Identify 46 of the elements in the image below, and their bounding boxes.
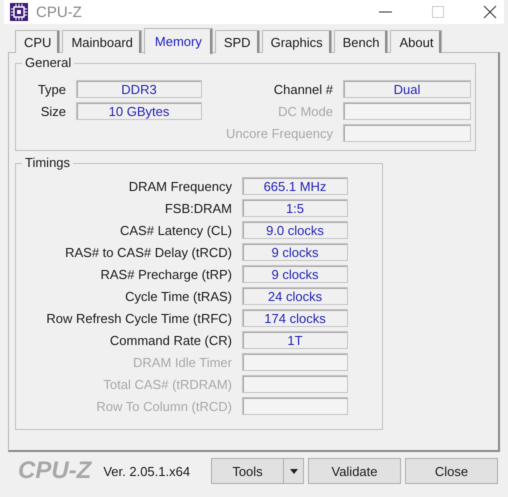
field-label: DC Mode — [277, 104, 334, 118]
version-label: Ver. 2.05.1.x64 — [103, 464, 192, 478]
window-title: CPU-Z — [36, 4, 82, 20]
field-label: Row To Column (tRCD) — [95, 398, 233, 414]
value-field: 24 clocks — [242, 287, 348, 305]
tab[interactable]: Bench — [334, 30, 388, 53]
tab[interactable]: Mainboard — [62, 30, 142, 53]
field-label: DRAM Frequency — [128, 178, 233, 194]
group-title: Timings — [22, 155, 74, 170]
tab[interactable]: SPD — [214, 30, 260, 53]
tab[interactable]: About — [390, 30, 442, 53]
field-label: RAS# to CAS# Delay (tRCD) — [64, 244, 233, 260]
value-field: 174 clocks — [242, 309, 348, 327]
field-label: Size — [40, 104, 67, 118]
value-field: 1T — [242, 331, 348, 349]
app-icon — [10, 3, 28, 21]
group-title: General — [22, 55, 74, 70]
field-label: Total CAS# (tRDRAM) — [102, 376, 233, 392]
field-label: FSB:DRAM — [164, 200, 233, 216]
value-field: 665.1 MHz — [242, 177, 348, 195]
tools-button[interactable]: Tools — [211, 458, 283, 484]
field-label: Uncore Frequency — [225, 126, 334, 140]
value-field: DDR3 — [76, 80, 202, 98]
dropdown-button[interactable] — [283, 458, 304, 484]
value-field: 10 GBytes — [76, 102, 202, 120]
field-label: Command Rate (CR) — [108, 332, 233, 348]
value-field: 9 clocks — [242, 265, 348, 283]
field-label: Channel # — [272, 82, 334, 96]
field-label: Type — [36, 82, 67, 96]
field-label: RAS# Precharge (tRP) — [100, 266, 233, 282]
tab[interactable]: CPU — [15, 30, 60, 53]
value-field: 9 clocks — [242, 243, 348, 261]
field-label: CAS# Latency (CL) — [119, 222, 233, 238]
close-icon[interactable] — [482, 4, 498, 20]
caret-icon — [290, 468, 298, 474]
dialog-button[interactable]: Close — [405, 458, 498, 484]
value-field: Dual — [343, 80, 471, 98]
tab[interactable]: Graphics — [262, 30, 332, 53]
field-label: DRAM Idle Timer — [132, 354, 233, 370]
tab[interactable]: Memory — [144, 28, 213, 54]
value-field: 1:5 — [242, 199, 348, 217]
app-logo: CPU-Z — [18, 457, 92, 485]
dialog-button[interactable]: Validate — [308, 458, 401, 484]
value-field: 9.0 clocks — [242, 221, 348, 239]
field-label: Cycle Time (tRAS) — [124, 288, 233, 304]
field-label: Row Refresh Cycle Time (tRFC) — [45, 310, 233, 326]
